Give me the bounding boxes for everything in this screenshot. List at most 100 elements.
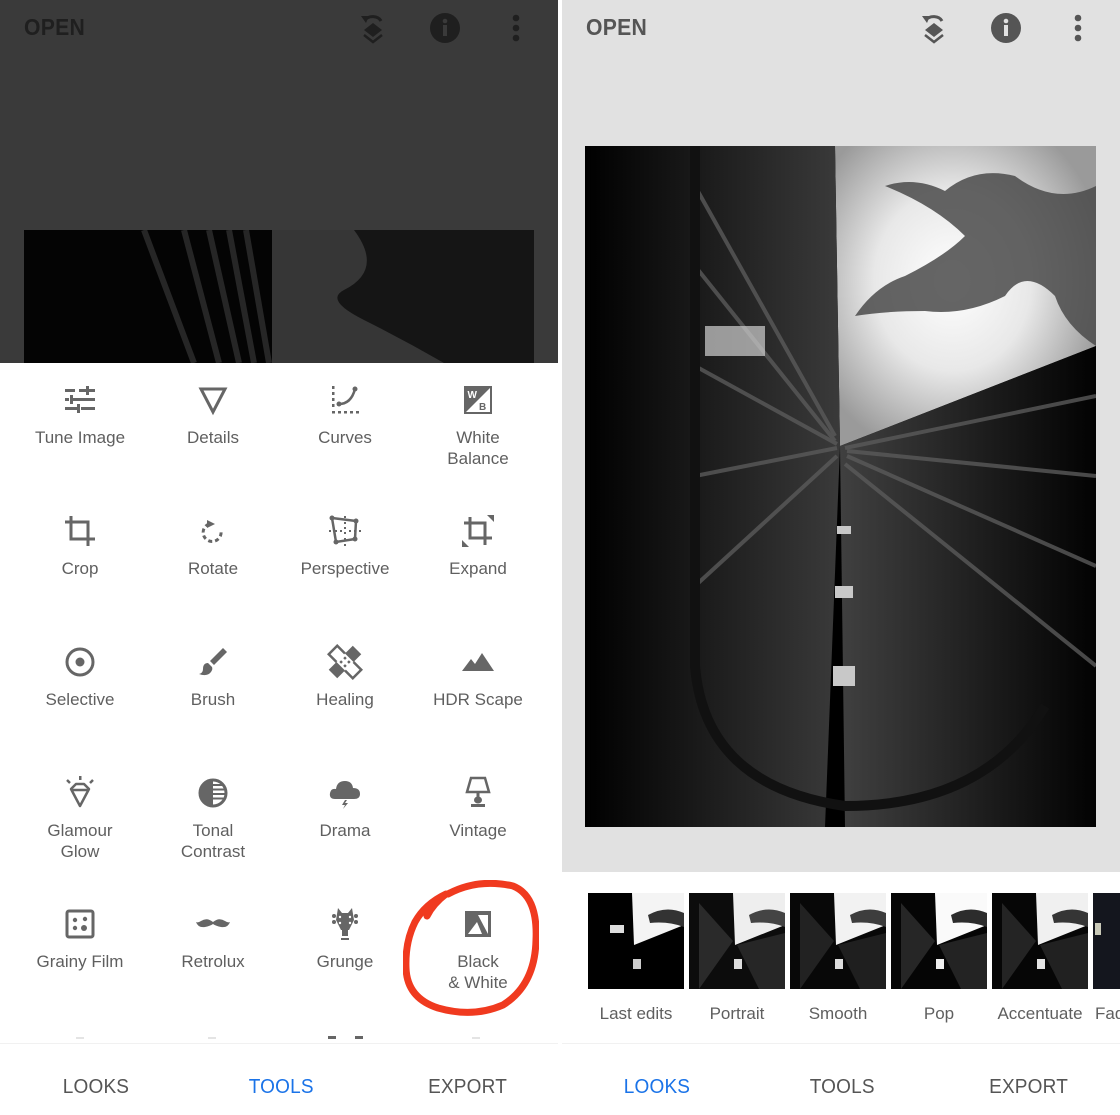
bottom-navigation: LOOKS TOOLS EXPORT: [0, 1043, 558, 1115]
edited-photo: [585, 146, 1096, 827]
look-label: Accentuate: [997, 1004, 1083, 1023]
look-faded-glow[interactable]: Faded Glow: [1093, 893, 1120, 1024]
brush-icon: [199, 648, 227, 676]
look-smooth[interactable]: Smooth: [790, 893, 886, 1024]
tool-grunge[interactable]: Grunge: [279, 906, 411, 972]
tool-label: Perspective: [300, 559, 390, 578]
more-options-button[interactable]: [1060, 10, 1096, 46]
tool-label: Healing: [316, 690, 374, 709]
tool-details[interactable]: Details: [147, 382, 279, 448]
tab-looks[interactable]: LOOKS: [624, 1076, 690, 1099]
tool-label: Brush: [190, 690, 236, 709]
crop-icon: [65, 516, 95, 546]
tool-label: Vintage: [449, 821, 507, 840]
look-thumbnail: [1093, 893, 1120, 989]
building-photo: [585, 146, 1096, 827]
tab-export[interactable]: EXPORT: [428, 1076, 507, 1099]
tool-crop[interactable]: Crop: [14, 513, 146, 579]
look-portrait[interactable]: Portrait: [689, 893, 785, 1024]
tool-label: Glamour Glow: [47, 821, 113, 861]
tool-glamour-glow[interactable]: Glamour Glow: [14, 775, 146, 862]
look-accentuate[interactable]: Accentuate: [992, 893, 1088, 1024]
tab-looks[interactable]: LOOKS: [63, 1076, 129, 1099]
tool-retrolux[interactable]: Retrolux: [147, 906, 279, 972]
look-thumbnail: [588, 893, 684, 989]
selective-icon: [65, 647, 95, 677]
tool-label: Details: [187, 428, 239, 447]
tool-label: Crop: [61, 559, 99, 578]
tool-selective[interactable]: Selective: [14, 644, 146, 710]
tool-label: Curves: [318, 428, 372, 447]
look-label: Faded Glow: [1095, 1004, 1120, 1023]
lamp-icon: [465, 776, 491, 807]
look-pop[interactable]: Pop: [891, 893, 987, 1024]
tool-white-balance[interactable]: W B White Balance: [412, 382, 544, 469]
looks-carousel: Last edits Portrait Smooth Pop Accentuat…: [562, 872, 1120, 1043]
info-button[interactable]: [427, 10, 463, 46]
tab-export[interactable]: EXPORT: [989, 1076, 1068, 1099]
tool-grainy-film[interactable]: Grainy Film: [14, 906, 146, 972]
tool-healing[interactable]: Healing: [279, 644, 411, 710]
look-label: Portrait: [709, 1004, 765, 1023]
tool-drama[interactable]: Drama: [279, 775, 411, 841]
building-photo-thumbnail: [24, 230, 534, 363]
tool-hdr-scape[interactable]: HDR Scape: [412, 644, 544, 710]
tool-tune-image[interactable]: Tune Image: [14, 382, 146, 448]
tonal-contrast-icon: [198, 778, 228, 808]
guitar-head-icon: [332, 908, 358, 940]
look-label: Last edits: [599, 1004, 673, 1023]
look-thumbnail: [992, 893, 1088, 989]
next-tools-row-peek: [0, 1030, 558, 1042]
undo-layers-icon: [361, 15, 383, 44]
tool-label: Drama: [319, 821, 371, 840]
black-white-icon: [465, 911, 491, 937]
tool-tonal-contrast[interactable]: Tonal Contrast: [147, 775, 279, 862]
top-app-bar: OPEN: [562, 0, 1120, 56]
info-icon: [430, 13, 460, 43]
storm-cloud-icon: [329, 781, 360, 809]
tool-label: Selective: [45, 690, 115, 709]
undo-layers-button[interactable]: [916, 10, 952, 46]
bottom-navigation: LOOKS TOOLS EXPORT: [562, 1043, 1120, 1115]
tool-brush[interactable]: Brush: [147, 644, 279, 710]
tool-expand[interactable]: Expand: [412, 513, 544, 579]
tool-label: Rotate: [187, 559, 239, 578]
tool-label: Black & White: [448, 952, 508, 992]
open-button[interactable]: OPEN: [24, 14, 85, 41]
tools-grid: Tune Image Details Curves W B White Bala…: [0, 363, 558, 1043]
tool-label: White Balance: [447, 428, 509, 468]
info-icon: [991, 13, 1021, 43]
tab-tools[interactable]: TOOLS: [810, 1076, 875, 1099]
tools-screen: OPEN Tune Image Details Curves W B White…: [0, 0, 558, 1115]
tool-perspective[interactable]: Perspective: [279, 513, 411, 579]
more-vert-icon: [1074, 14, 1082, 42]
look-thumbnail: [689, 893, 785, 989]
look-label: Smooth: [808, 1004, 868, 1023]
info-button[interactable]: [988, 10, 1024, 46]
look-thumbnail: [790, 893, 886, 989]
look-last-edits[interactable]: Last edits: [588, 893, 684, 1024]
undo-layers-icon: [922, 15, 944, 44]
undo-layers-button[interactable]: [355, 10, 391, 46]
tab-tools[interactable]: TOOLS: [249, 1076, 314, 1099]
open-button[interactable]: OPEN: [586, 14, 647, 41]
tool-label: Tonal Contrast: [180, 821, 246, 861]
white-balance-icon: W B: [464, 386, 492, 414]
tune-sliders-icon: [65, 386, 95, 413]
partial-tool-icons: [76, 1036, 480, 1039]
top-app-bar: OPEN: [0, 0, 558, 56]
expand-icon: [462, 515, 494, 547]
perspective-icon: [329, 515, 361, 546]
tool-vintage[interactable]: Vintage: [412, 775, 544, 841]
more-options-button[interactable]: [498, 10, 534, 46]
tool-black-and-white[interactable]: Black & White: [412, 906, 544, 993]
looks-screen: OPEN Last edits Portrait Smooth Pop Acce…: [562, 0, 1120, 1115]
tool-rotate[interactable]: Rotate: [147, 513, 279, 579]
tool-label: Grunge: [316, 952, 374, 971]
tool-curves[interactable]: Curves: [279, 382, 411, 448]
tool-label: HDR Scape: [433, 690, 523, 709]
grain-icon: [65, 909, 95, 939]
curves-icon: [332, 386, 359, 414]
svg-text:B: B: [479, 402, 486, 413]
look-label: Pop: [923, 1004, 955, 1023]
